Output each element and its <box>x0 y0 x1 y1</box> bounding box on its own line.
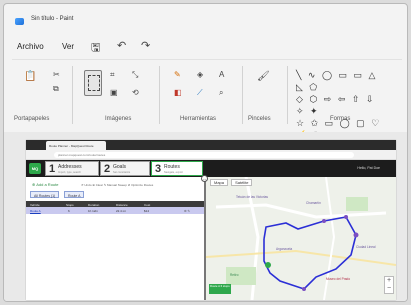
ribbon-divider <box>287 66 288 124</box>
tab-all-routes: All Routes (1) <box>30 191 60 198</box>
table-row: Route A 6 1h 12m 22.4 mi $14 ⚙ ✎ <box>26 207 204 214</box>
save-icon[interactable]: 🖫 <box>91 39 100 58</box>
group-label-brushes: Pinceles <box>248 116 271 122</box>
shapes-row[interactable]: ◇ ⬡ ⇨ ⇦ ⇧ ⇩ ✧ ✦ <box>296 93 388 117</box>
url-field: planner.mapquest.com/route/routes <box>54 152 354 158</box>
browser-address-bar: planner.mapquest.com/route/routes <box>26 150 396 160</box>
add-route-button: ⊕ Add a Route <box>32 182 59 187</box>
paint-app-icon <box>15 18 24 25</box>
column-header: Cost <box>144 202 151 207</box>
eraser-icon[interactable]: ◧ <box>174 88 182 98</box>
step-sub: Navigate, export <box>164 171 183 174</box>
resize-handle-icon[interactable]: ↔ <box>201 175 208 182</box>
step-goals: 2 Goals Set constraints <box>100 161 150 176</box>
menu-bar: Archivo Ver 🖫 ↶ ↷ <box>4 38 407 54</box>
window-title: Sin título - Paint <box>31 16 74 22</box>
satellite-view-button: Satélite <box>231 179 253 186</box>
map-type-controls: Mapa Satélite <box>210 179 254 186</box>
map-place-label: Tetuán de las Victorias <box>236 195 269 199</box>
map-place-label: Arganzuela <box>276 247 293 251</box>
undo-icon[interactable]: ↶ <box>117 39 126 52</box>
image-icon[interactable]: ▣ <box>110 88 118 98</box>
paint-window: Sin título - Paint Archivo Ver 🖫 ↶ ↷ 📋 ✂… <box>3 3 408 302</box>
menu-view[interactable]: Ver <box>62 42 74 51</box>
rotate-icon[interactable]: ⟲ <box>132 88 139 98</box>
step-sub: Import, type, search <box>58 171 81 174</box>
step-number: 3 <box>155 163 162 175</box>
ribbon-divider <box>72 66 73 124</box>
step-number: 2 <box>104 163 111 175</box>
pencil-icon[interactable]: ✎ <box>174 70 181 80</box>
canvas-area: Route Planner - MapQuest Route planner.m… <box>4 132 407 301</box>
row-actions-icon: ⚙ ✎ <box>184 209 191 213</box>
magnifier-icon[interactable]: ⌕ <box>219 88 223 98</box>
table-cell: Route A <box>30 209 41 213</box>
routes-panel: ⊕ Add a Route ↺ Undo ⊕ Clear ✎ Manual Sw… <box>26 177 204 300</box>
table-cell: 6 <box>68 209 70 213</box>
table-cell: 1h 12m <box>88 209 99 213</box>
route-summary-card: Route A 6 stops <box>209 284 231 294</box>
ribbon-divider <box>159 66 160 124</box>
map-place-label: Chamartín <box>306 201 321 205</box>
map-graphic <box>206 177 396 300</box>
column-header: Distance <box>116 202 128 207</box>
route-app-header: MQ 1 Addresses Import, type, search 2 Go… <box>26 160 396 177</box>
map-view-button: Mapa <box>210 179 229 186</box>
text-icon[interactable]: A <box>219 70 224 80</box>
ribbon-divider <box>242 66 243 124</box>
map-view: Mapa Satélite Tetuán de las Victorias Ch… <box>206 177 396 300</box>
group-label-shapes: Formas <box>330 116 351 122</box>
step-routes: 3 Routes Navigate, export <box>151 161 203 176</box>
zoom-control: + − <box>384 276 394 294</box>
paste-icon[interactable]: 📋 <box>24 72 36 82</box>
map-place-label: Retiro <box>230 273 239 277</box>
step-number: 1 <box>49 163 56 175</box>
routes-toolbar: ↺ Undo ⊕ Clear ✎ Manual Sweep ⊘ Optimize… <box>81 183 154 187</box>
crop-icon[interactable]: ⌗ <box>110 70 115 80</box>
browser-tab-strip: Route Planner - MapQuest Route <box>26 140 396 150</box>
group-label-tools: Herramientas <box>180 116 217 122</box>
copy-icon[interactable]: ⧉ <box>53 84 59 94</box>
app-logo: MQ <box>29 163 41 174</box>
column-header: Stops <box>66 202 74 207</box>
map-place-label: Ciudad Lineal <box>356 245 376 249</box>
column-header: Vehicle <box>30 202 40 207</box>
ribbon: 📋 ✂ ⧉ Portapapeles ⌗ ⤡ ▣ ⟲ Imágenes ✎ ◈ … <box>12 59 402 140</box>
title-bar: Sin título - Paint <box>4 4 407 34</box>
step-addresses: 1 Addresses Import, type, search <box>45 161 99 176</box>
drawing-canvas[interactable]: Route Planner - MapQuest Route planner.m… <box>26 140 396 300</box>
tab-route-a: Route A <box>64 191 85 198</box>
shapes-row[interactable]: ╲ ∿ ◯ ▭ ▭ △ ◺ ⬠ <box>296 69 388 93</box>
user-name: Hello, Pat Doe <box>357 166 380 170</box>
table-cell: $14 <box>144 209 150 213</box>
shapes-gallery[interactable]: ╲ ∿ ◯ ▭ ▭ △ ◺ ⬠ ◇ ⬡ ⇨ ⇦ ⇧ ⇩ ✧ ✦ ☆ ✩ ▭ ◯ … <box>296 69 388 140</box>
browser-tab: Route Planner - MapQuest Route <box>46 141 106 150</box>
cut-icon[interactable]: ✂ <box>53 70 60 80</box>
select-icon[interactable] <box>84 70 102 96</box>
step-label: Goals <box>113 164 127 170</box>
table-cell: 22.4 mi <box>116 209 126 213</box>
redo-icon[interactable]: ↷ <box>141 39 150 52</box>
step-label: Addresses <box>58 164 82 170</box>
group-label-image: Imágenes <box>105 116 132 122</box>
color-picker-icon[interactable]: ⟋ <box>197 88 203 98</box>
group-label-clipboard: Portapapeles <box>14 116 50 122</box>
column-header: Duration <box>88 202 100 207</box>
brush-icon[interactable]: 🖌 <box>257 72 270 82</box>
step-label: Routes <box>164 164 180 170</box>
step-sub: Set constraints <box>113 171 131 174</box>
resize-icon[interactable]: ⤡ <box>132 70 138 80</box>
menu-file[interactable]: Archivo <box>17 42 44 51</box>
map-place-label: Museo del Prado <box>326 277 351 281</box>
fill-icon[interactable]: ◈ <box>197 70 203 80</box>
